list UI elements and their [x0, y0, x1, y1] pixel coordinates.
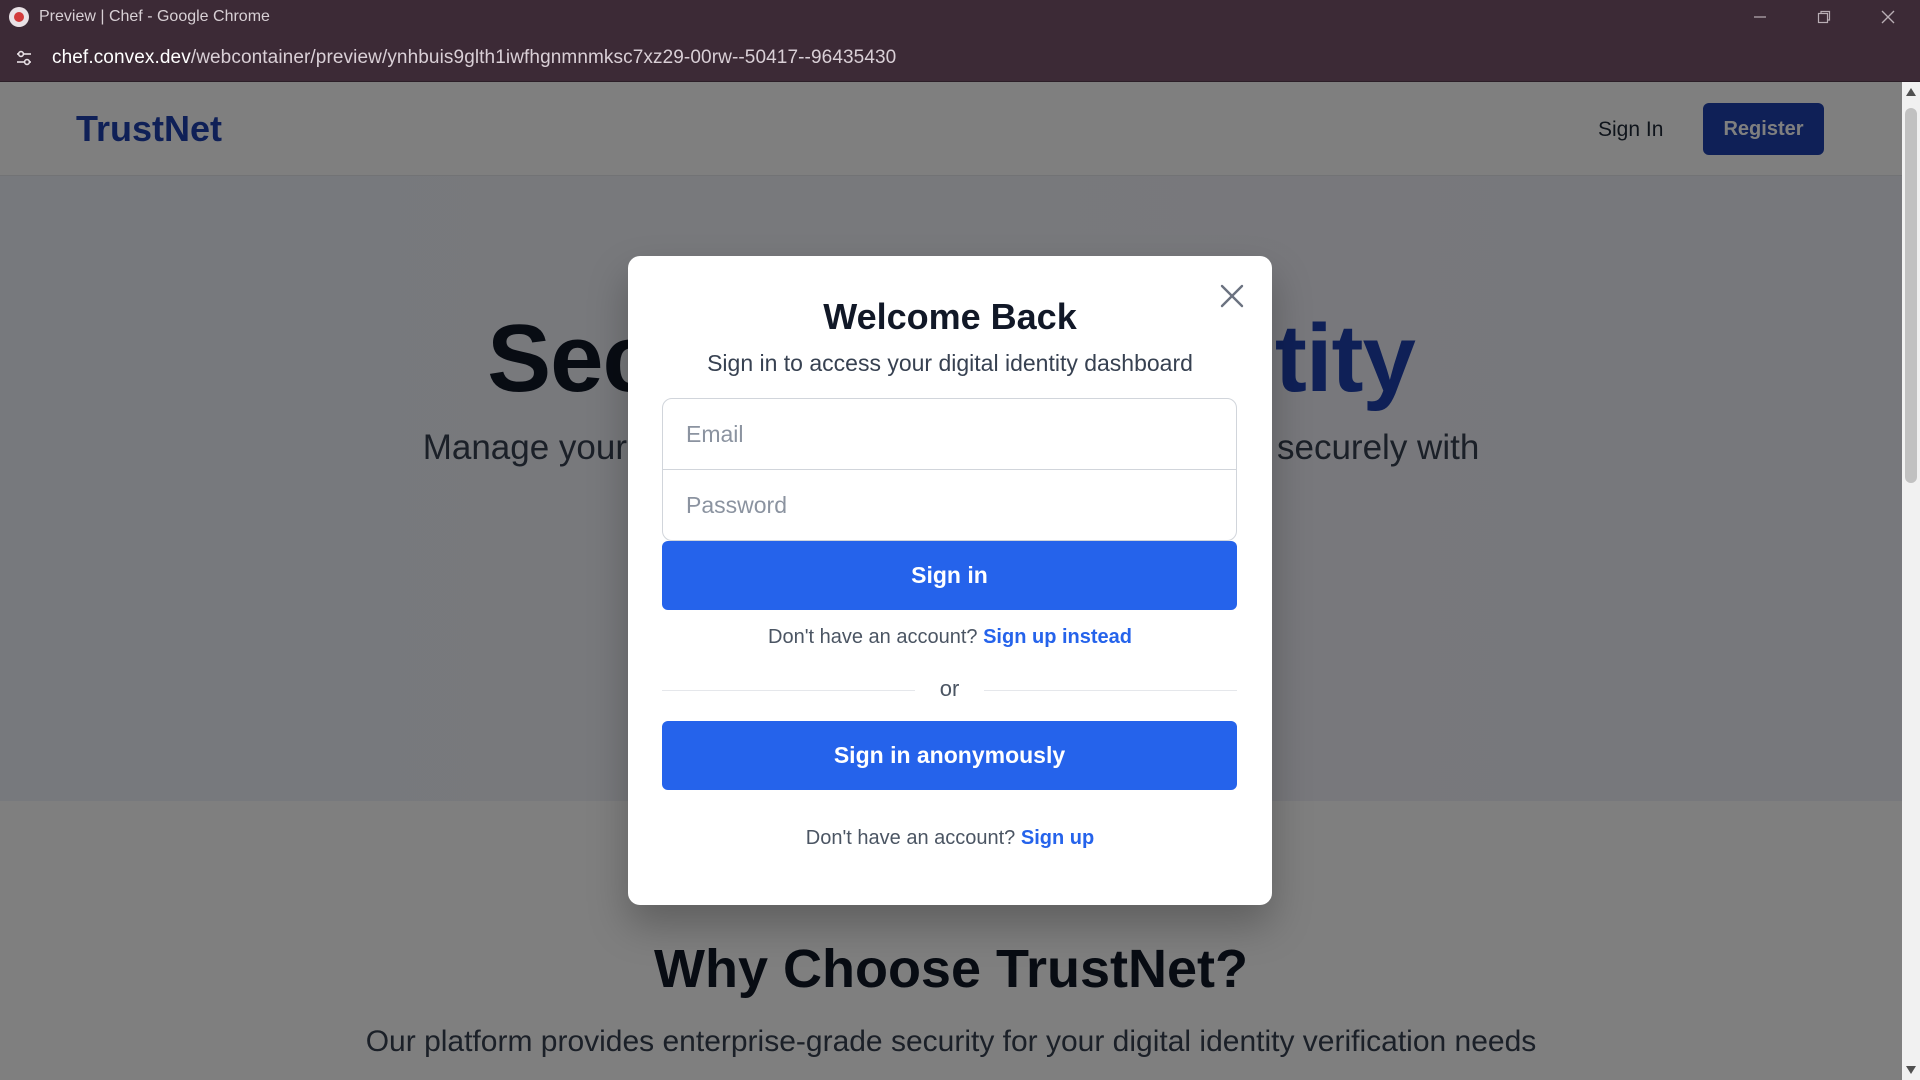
sign-up-link[interactable]: Sign up	[1021, 827, 1094, 849]
sign-in-anonymously-button[interactable]: Sign in anonymously	[662, 721, 1237, 790]
divider-text: or	[939, 676, 960, 701]
signup-prompt-text: Don't have an account?	[768, 626, 978, 648]
divider-line-right	[984, 690, 1237, 691]
or-divider: or	[662, 676, 1237, 706]
minimize-icon[interactable]	[1728, 0, 1792, 34]
signup-prompt-bottom-text: Don't have an account?	[805, 827, 1016, 849]
scroll-up-icon[interactable]	[1906, 88, 1916, 96]
address-bar[interactable]: chef.convex.dev/webcontainer/preview/ynh…	[0, 34, 1920, 82]
sign-in-modal: Welcome Back Sign in to access your digi…	[628, 256, 1272, 905]
email-field[interactable]	[662, 398, 1237, 470]
page-scrollbar[interactable]	[1902, 82, 1920, 1080]
modal-title: Welcome Back	[823, 296, 1077, 337]
chef-app-icon	[9, 7, 29, 27]
browser-title-bar: Preview | Chef - Google Chrome	[0, 0, 1920, 34]
window-controls	[1728, 0, 1920, 34]
close-window-icon[interactable]	[1856, 0, 1920, 34]
modal-subtitle: Sign in to access your digital identity …	[707, 350, 1193, 376]
signup-prompt-bottom: Don't have an account? Sign up	[628, 827, 1272, 850]
url-host: chef.convex.dev	[52, 46, 191, 68]
signup-prompt: Don't have an account? Sign up instead	[628, 626, 1272, 649]
restore-icon[interactable]	[1792, 0, 1856, 34]
url-text[interactable]: chef.convex.dev/webcontainer/preview/ynh…	[52, 47, 896, 69]
sign-in-button[interactable]: Sign in	[662, 541, 1237, 610]
scroll-down-icon[interactable]	[1906, 1066, 1916, 1074]
page-viewport: TrustNet Sign In Register Sectity Manage…	[0, 82, 1902, 1080]
scrollbar-thumb[interactable]	[1905, 108, 1917, 483]
url-path: /webcontainer/preview/ynhbuis9glth1iwfhg…	[190, 46, 897, 68]
site-settings-icon[interactable]	[12, 46, 36, 70]
sign-up-instead-link[interactable]: Sign up instead	[983, 626, 1132, 648]
password-field[interactable]	[662, 469, 1237, 541]
window-title: Preview | Chef - Google Chrome	[39, 8, 270, 25]
